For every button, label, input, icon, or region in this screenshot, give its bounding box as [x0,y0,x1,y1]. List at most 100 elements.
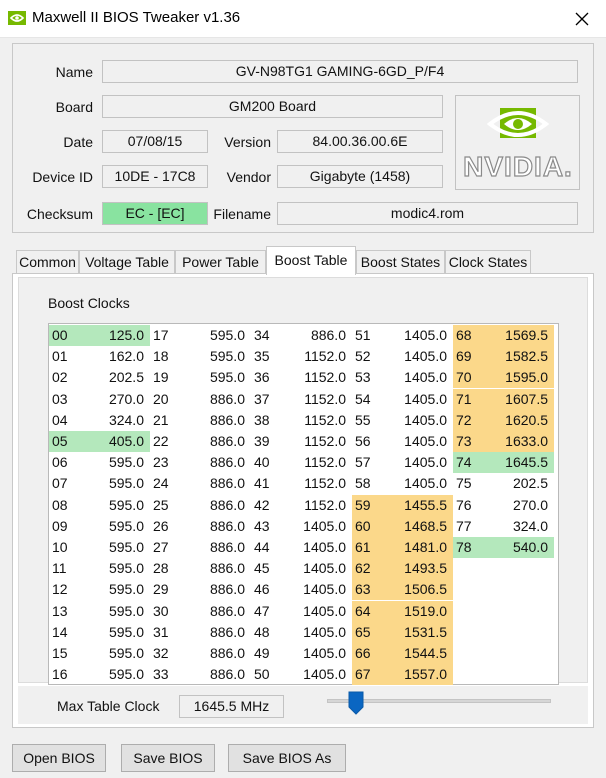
boost-clock-cell[interactable]: 324.0 [84,410,150,431]
boost-clock-cell[interactable]: 886.0 [185,622,251,643]
boost-clock-cell[interactable]: 1405.0 [387,410,453,431]
boost-clock-cell[interactable]: 1557.0 [387,664,453,686]
boost-clock-cell[interactable]: 1152.0 [286,431,352,452]
boost-clock-cell[interactable]: 595.0 [84,622,150,643]
title-bar: Maxwell II BIOS Tweaker v1.36 [0,0,606,38]
boost-clock-cell[interactable]: 1468.5 [387,515,453,537]
boost-clock-cell[interactable]: 595.0 [84,664,150,685]
name-field[interactable]: GV-N98TG1 GAMING-6GD_P/F4 [102,60,578,83]
boost-clock-cell[interactable]: 886.0 [185,516,251,537]
boost-clock-cell[interactable]: 595.0 [84,579,150,600]
boost-clock-cell[interactable]: 595.0 [84,473,150,494]
date-field[interactable]: 07/08/15 [102,130,208,153]
boost-clock-cell[interactable]: 595.0 [84,643,150,664]
boost-clock-cell[interactable]: 595.0 [84,452,150,473]
boost-clock-cell[interactable]: 1405.0 [286,664,352,685]
boost-clock-cell[interactable]: 1607.5 [488,388,554,410]
boost-clock-cell[interactable]: 1569.5 [488,325,554,346]
tab-boost-states[interactable]: Boost States [356,250,445,274]
boost-clock-cell[interactable]: 886.0 [185,410,251,431]
boost-clock-cell[interactable]: 1544.5 [387,643,453,664]
boost-clock-cell[interactable]: 1405.0 [387,431,453,452]
board-field[interactable]: GM200 Board [102,95,443,118]
boost-clock-cell[interactable]: 595.0 [84,516,150,537]
boost-clock-cell[interactable]: 1620.5 [488,409,554,431]
boost-clock-cell[interactable]: 886.0 [185,601,251,622]
boost-clock-cell[interactable]: 202.5 [488,473,554,494]
device-id-field[interactable]: 10DE - 17C8 [102,165,208,188]
boost-clock-cell[interactable]: 1405.0 [387,367,453,388]
boost-clock-cell[interactable]: 1493.5 [387,558,453,580]
tab-clock-states[interactable]: Clock States [445,250,531,274]
boost-clocks-grid[interactable]: 00 125.0 01 162.0 02 202.5 03 270.0 04 324.0 05 405… [48,323,559,686]
boost-clock-cell[interactable]: 886.0 [286,325,352,346]
tab-power-table[interactable]: Power Table [175,250,266,274]
boost-clock-cell[interactable]: 1405.0 [387,473,453,494]
boost-clock-cell[interactable]: 595.0 [84,558,150,579]
boost-clock-cell[interactable]: 1152.0 [286,495,352,516]
boost-clock-cell[interactable]: 1645.5 [488,452,554,474]
tab-voltage-table[interactable]: Voltage Table [79,250,175,274]
boost-clock-cell[interactable]: 1405.0 [387,346,453,367]
boost-clock-cell[interactable]: 1633.0 [488,431,554,452]
boost-clock-cell[interactable]: 270.0 [84,389,150,410]
tab-common[interactable]: Common [16,250,79,274]
boost-clock-cell[interactable]: 1582.5 [488,346,554,368]
filename-field[interactable]: modic4.rom [277,202,578,225]
boost-clock-cell[interactable]: 595.0 [84,537,150,558]
max-clock-slider-thumb[interactable] [348,691,364,715]
vendor-field[interactable]: Gigabyte (1458) [277,165,443,188]
boost-clock-cell[interactable]: 1481.0 [387,537,453,558]
checksum-field[interactable]: EC - [EC] [102,202,208,225]
boost-clock-cell[interactable]: 1152.0 [286,346,352,367]
boost-clock-cell[interactable]: 1405.0 [286,558,352,579]
boost-clock-cell[interactable]: 886.0 [185,431,251,452]
boost-clock-cell[interactable]: 1455.5 [387,494,453,516]
boost-clock-cell[interactable]: 886.0 [185,579,251,600]
boost-clock-cell[interactable]: 1405.0 [286,579,352,600]
boost-clock-cell[interactable]: 1152.0 [286,473,352,494]
boost-clock-cell[interactable]: 270.0 [488,495,554,516]
boost-clock-cell[interactable]: 595.0 [84,495,150,516]
tab-boost-table[interactable]: Boost Table [266,246,356,275]
save-bios-button[interactable]: Save BIOS [121,744,215,772]
boost-clock-cell[interactable]: 1405.0 [286,601,352,622]
boost-clock-cell[interactable]: 1152.0 [286,452,352,473]
boost-clock-cell[interactable]: 1152.0 [286,410,352,431]
boost-clock-cell[interactable]: 886.0 [185,664,251,685]
boost-clock-cell[interactable]: 1595.0 [488,367,554,389]
boost-clock-cell[interactable]: 886.0 [185,643,251,664]
boost-clock-cell[interactable]: 886.0 [185,495,251,516]
boost-clock-cell[interactable]: 540.0 [488,537,554,558]
boost-clock-cell[interactable]: 1152.0 [286,389,352,410]
boost-clock-cell[interactable]: 162.0 [84,346,150,367]
boost-clock-cell[interactable]: 1405.0 [286,537,352,558]
boost-clock-cell[interactable]: 1405.0 [387,325,453,346]
boost-clock-cell[interactable]: 886.0 [185,452,251,473]
boost-clock-cell[interactable]: 595.0 [185,325,251,346]
boost-clock-cell[interactable]: 886.0 [185,389,251,410]
boost-clock-cell[interactable]: 1405.0 [387,452,453,473]
boost-clock-cell[interactable]: 1405.0 [286,622,352,643]
boost-clock-cell[interactable]: 886.0 [185,473,251,494]
boost-clock-cell[interactable]: 1152.0 [286,367,352,388]
boost-clock-cell[interactable]: 886.0 [185,537,251,558]
boost-clock-cell[interactable]: 1506.5 [387,579,453,601]
boost-clock-cell[interactable]: 1519.0 [387,600,453,622]
boost-clock-cell[interactable]: 1405.0 [286,643,352,664]
boost-clock-cell[interactable]: 1405.0 [286,516,352,537]
boost-clock-cell[interactable]: 595.0 [185,367,251,388]
boost-clock-cell[interactable]: 324.0 [488,516,554,537]
boost-clock-cell[interactable]: 1405.0 [387,389,453,410]
boost-clock-cell[interactable]: 405.0 [84,431,150,452]
save-bios-as-button[interactable]: Save BIOS As [228,744,346,772]
version-field[interactable]: 84.00.36.00.6E [277,130,443,153]
boost-clock-cell[interactable]: 1531.5 [387,621,453,643]
boost-clock-cell[interactable]: 202.5 [84,367,150,388]
close-button[interactable] [558,0,606,38]
boost-clock-cell[interactable]: 595.0 [185,346,251,367]
boost-clock-cell[interactable]: 886.0 [185,558,251,579]
boost-clock-cell[interactable]: 125.0 [84,325,150,346]
open-bios-button[interactable]: Open BIOS [12,744,106,772]
boost-clock-cell[interactable]: 595.0 [84,601,150,622]
